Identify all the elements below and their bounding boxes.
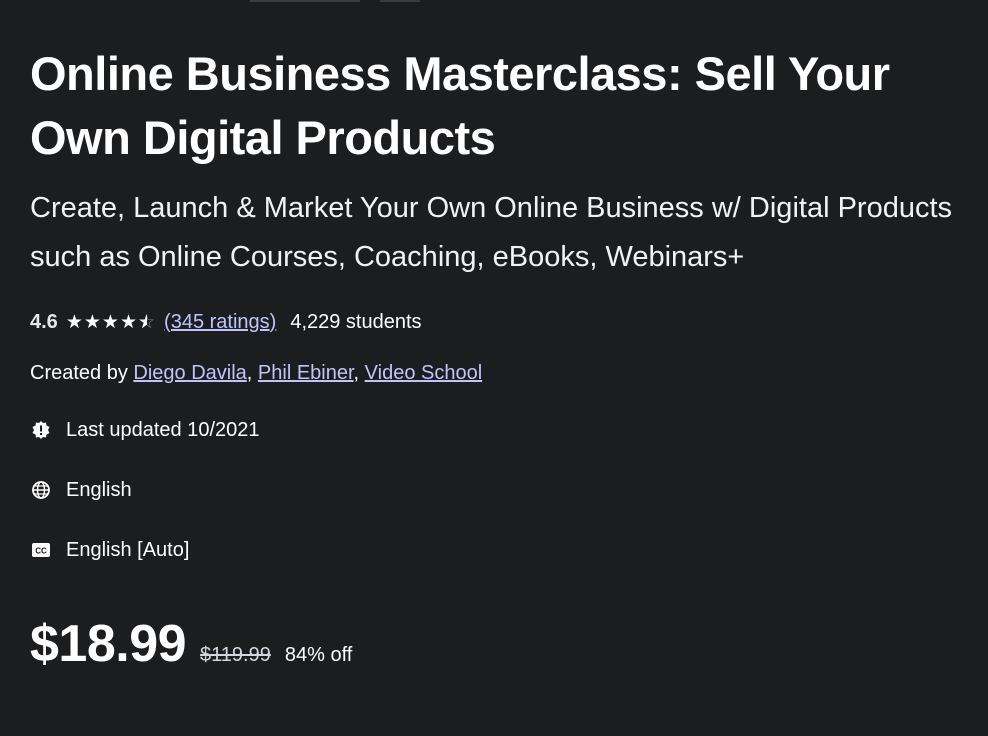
- created-by-label: Created by: [30, 362, 128, 384]
- author-link-phil-ebiner[interactable]: Phil Ebiner: [258, 362, 354, 384]
- last-updated-text: Last updated 10/2021: [66, 418, 260, 441]
- star-full-icon: ★: [119, 311, 138, 333]
- svg-text:CC: CC: [35, 547, 47, 556]
- students-count: 4,229 students: [290, 310, 422, 333]
- top-strip-segment: [380, 0, 420, 2]
- ratings-count-link[interactable]: (345 ratings): [164, 311, 276, 334]
- author-link-video-school[interactable]: Video School: [365, 362, 483, 384]
- rating-value: 4.6: [30, 310, 58, 333]
- created-by-row: Created by Diego Davila, Phil Ebiner, Vi…: [30, 362, 483, 384]
- captions-text: English [Auto]: [66, 538, 190, 561]
- language-row: English: [30, 476, 980, 504]
- star-half-icon: ☆★: [138, 311, 157, 333]
- course-title: Online Business Masterclass: Sell Your O…: [30, 47, 890, 164]
- star-full-icon: ★: [101, 311, 120, 333]
- captions-row: CC English [Auto]: [30, 536, 980, 564]
- last-updated-row: Last updated 10/2021: [30, 416, 980, 444]
- closed-captions-icon: CC: [30, 539, 52, 561]
- course-header: Online Business Masterclass: Sell Your O…: [30, 42, 980, 674]
- price-row: $18.99 $119.99 84% off: [30, 614, 980, 674]
- top-strip: [0, 0, 988, 6]
- globe-icon: [30, 479, 52, 501]
- star-full-icon: ★: [83, 311, 102, 333]
- current-price: $18.99: [30, 615, 187, 673]
- star-rating: ★ ★ ★ ★ ☆★: [66, 311, 156, 334]
- top-strip-segment: [250, 0, 360, 2]
- language-text: English: [66, 478, 132, 501]
- original-price: $119.99: [200, 644, 271, 666]
- author-link-diego-davila[interactable]: Diego Davila: [133, 362, 246, 384]
- star-full-icon: ★: [65, 311, 84, 333]
- discount-badge: 84% off: [284, 644, 353, 666]
- rating-row: 4.6 ★ ★ ★ ★ ☆★ (345 ratings) 4,229 stude…: [30, 308, 980, 336]
- course-subtitle: Create, Launch & Market Your Own Online …: [30, 192, 953, 273]
- alert-badge-icon: [30, 419, 52, 441]
